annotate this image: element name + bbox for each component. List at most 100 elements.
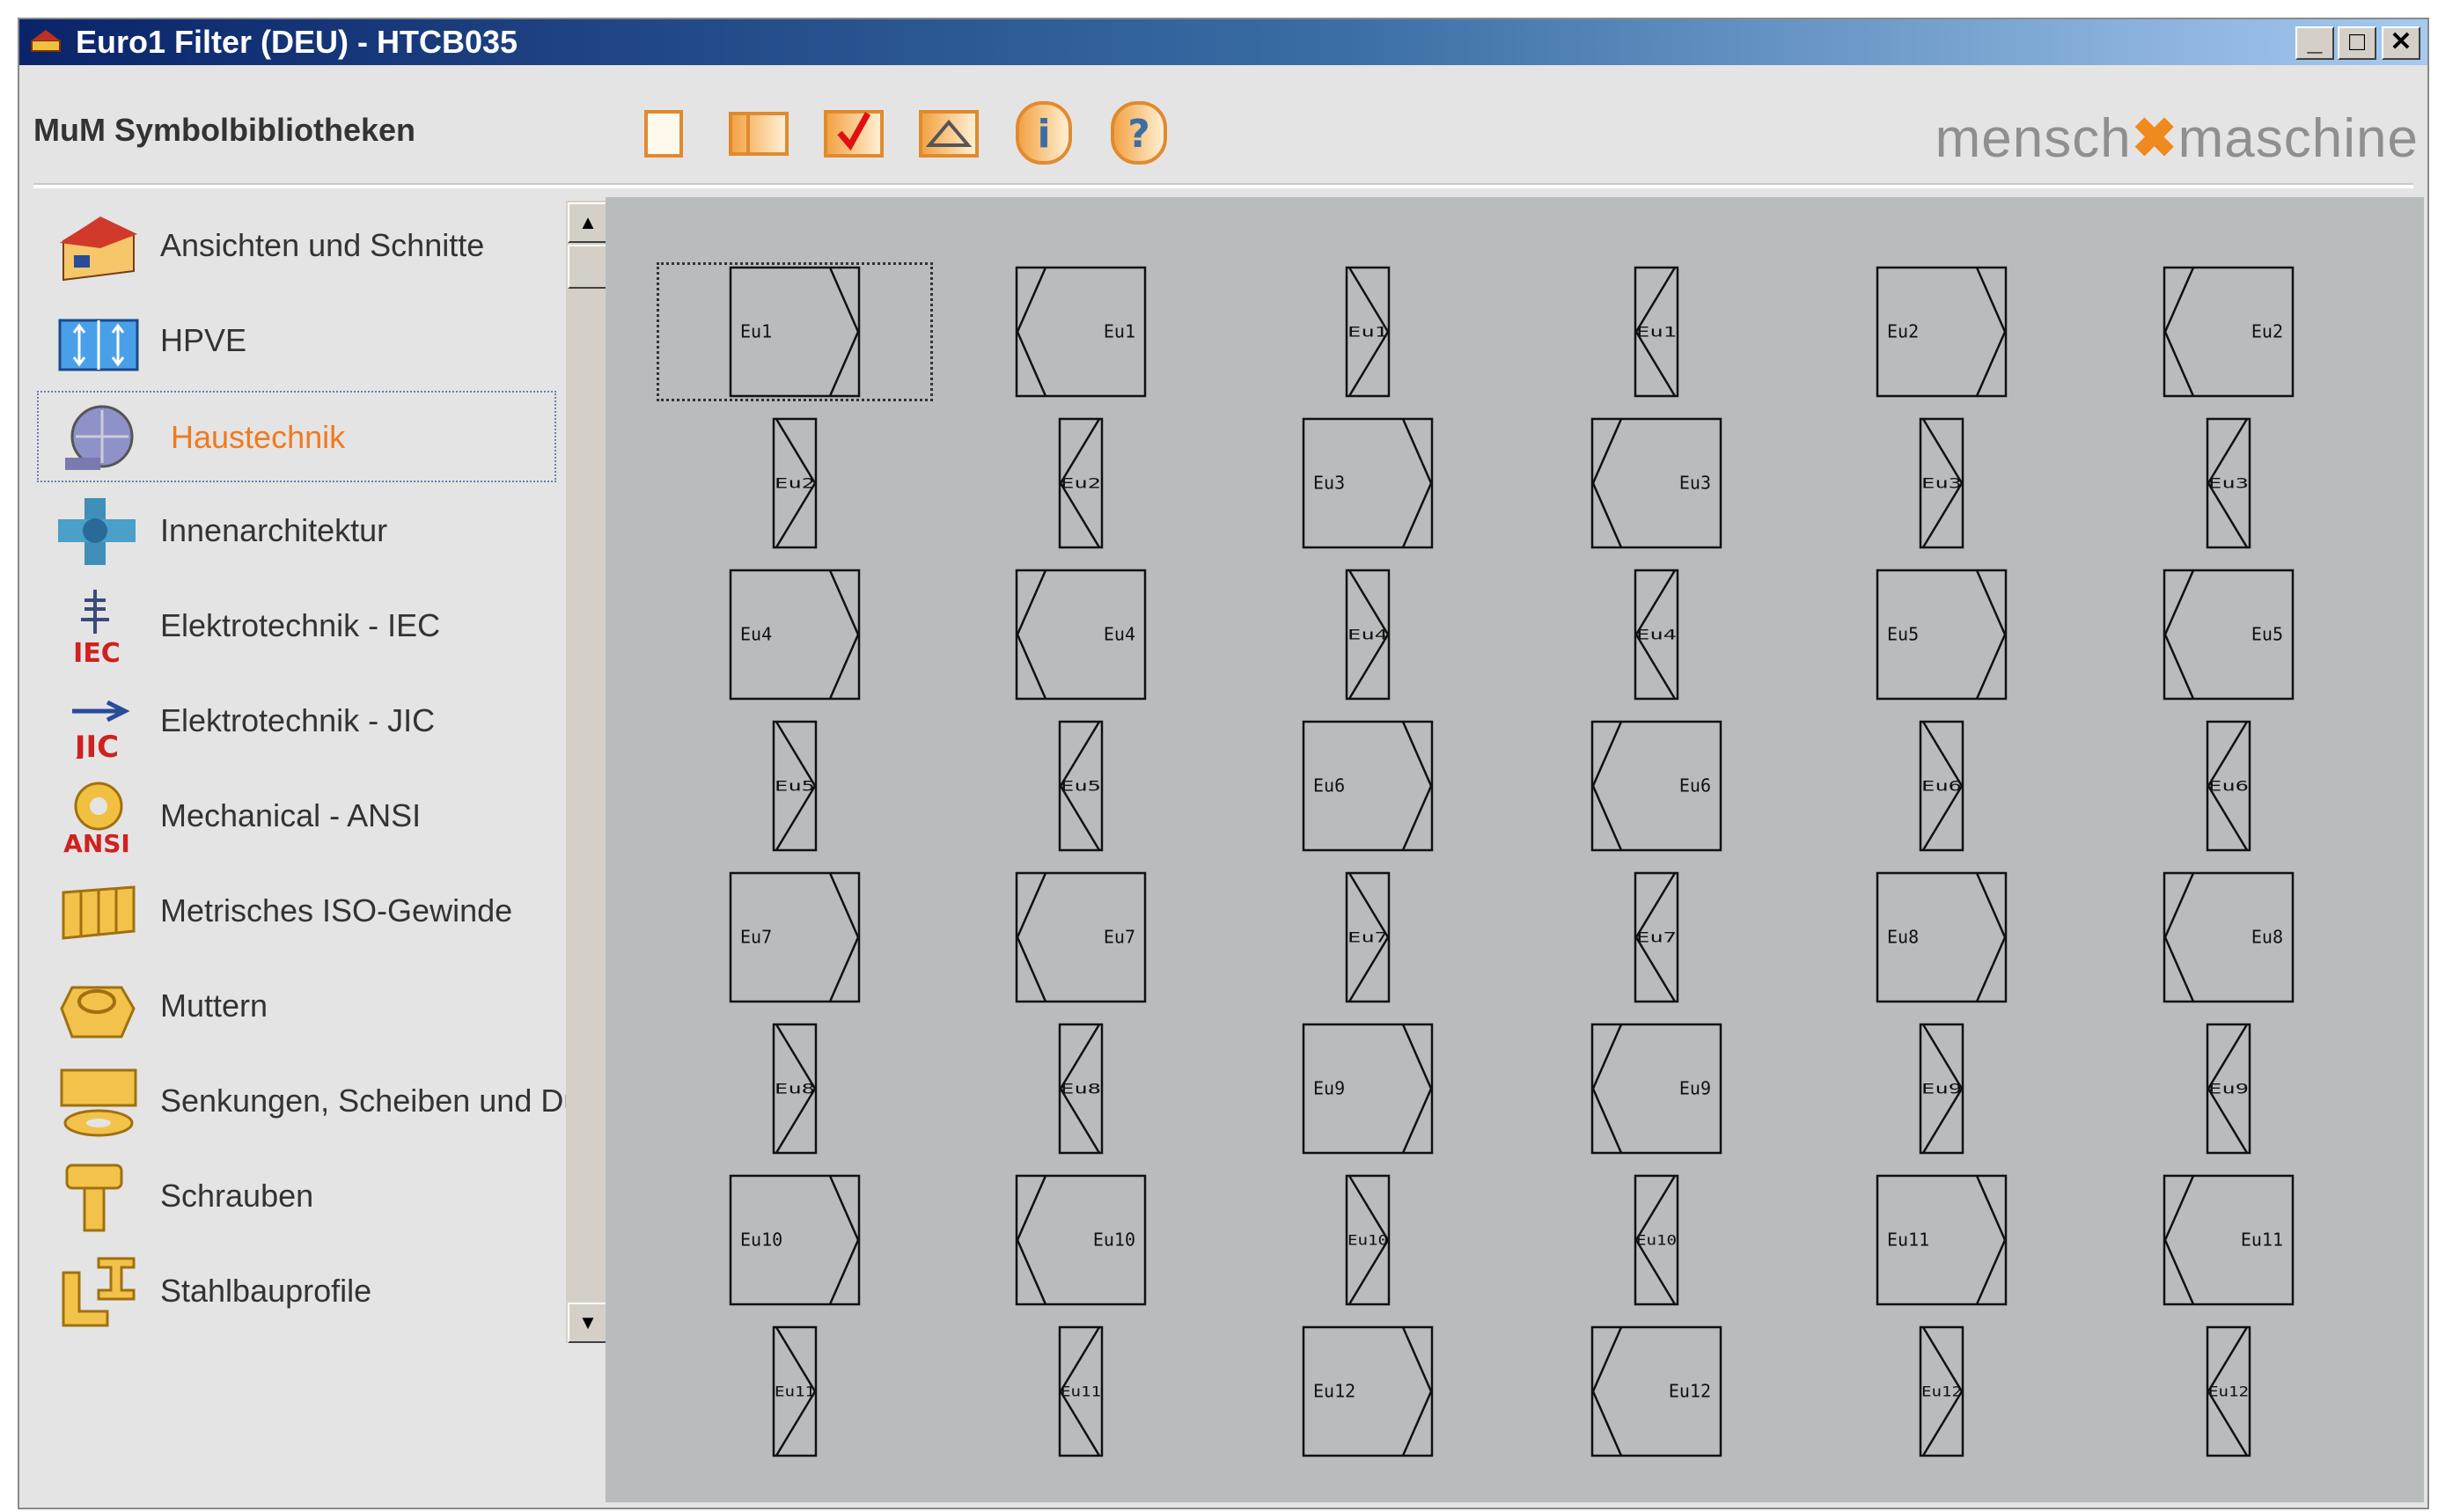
filter-symbol[interactable]: Eu2 (1058, 417, 1104, 549)
sidebar-item-ansichten[interactable]: Ansichten und Schnitte (37, 201, 556, 292)
filter-symbol-label: Eu12 (1921, 1383, 1962, 1399)
filter-symbol[interactable]: Eu4 (1015, 569, 1147, 701)
filter-symbol[interactable]: Eu10 (1345, 1174, 1391, 1306)
close-button[interactable]: ✕ (2382, 26, 2420, 60)
filter-symbol[interactable]: Eu11 (1876, 1174, 2008, 1306)
filter-symbol[interactable]: Eu10 (1015, 1174, 1147, 1306)
filter-symbol-label: Eu7 (1348, 928, 1388, 945)
minimize-button[interactable]: _ (2295, 26, 2334, 60)
filter-symbol[interactable]: Eu7 (729, 871, 861, 1003)
filter-symbol[interactable]: Eu6 (1590, 720, 1722, 852)
filter-symbol-graphic: Eu11 (1058, 1325, 1104, 1457)
filter-symbol[interactable]: Eu2 (1876, 266, 2008, 398)
filter-symbol[interactable]: Eu3 (1590, 417, 1722, 549)
filter-symbol-label: Eu6 (1921, 777, 1962, 794)
filter-symbol[interactable]: Eu10 (1634, 1174, 1679, 1306)
filter-symbol-graphic: Eu4 (1345, 569, 1391, 701)
filter-symbol[interactable]: Eu1 (729, 266, 861, 398)
sidebar-item-iec[interactable]: IEC Elektrotechnik - IEC (37, 581, 556, 672)
sidebar-item-ansi[interactable]: ANSI Mechanical - ANSI (37, 771, 556, 862)
filter-symbol[interactable]: Eu8 (1876, 871, 2008, 1003)
sidebar-item-senkungen[interactable]: Senkungen, Scheiben und Du (37, 1056, 581, 1148)
filter-symbol[interactable]: Eu11 (1058, 1325, 1104, 1457)
filter-symbol[interactable]: Eu4 (729, 569, 861, 701)
sidebar-item-innenarchitektur[interactable]: Innenarchitektur (37, 486, 556, 577)
filter-symbol[interactable]: Eu6 (2206, 720, 2251, 852)
filter-symbol-label: Eu5 (775, 777, 815, 794)
scroll-thumb[interactable] (568, 245, 608, 289)
filter-symbol[interactable]: Eu7 (1345, 871, 1391, 1003)
filter-symbol-graphic: Eu11 (1876, 1174, 2008, 1306)
filter-symbol-label: Eu9 (1313, 1078, 1345, 1099)
title-bar[interactable]: Euro1 Filter (DEU) - HTCB035 _ □ ✕ (19, 19, 2427, 65)
filter-symbol-graphic: Eu3 (2206, 417, 2251, 549)
filter-symbol-label: Eu6 (2208, 777, 2249, 794)
filter-symbol-label: Eu5 (1887, 624, 1919, 645)
window-title: Euro1 Filter (DEU) - HTCB035 (76, 24, 518, 60)
filter-symbol[interactable]: Eu6 (1919, 720, 1964, 852)
sidebar-item-jic[interactable]: JIC Elektrotechnik - JIC (37, 676, 556, 767)
filter-symbol[interactable]: Eu5 (1058, 720, 1104, 852)
sidebar-item-iso-gewinde[interactable]: Metrisches ISO-Gewinde (37, 866, 556, 958)
filter-symbol[interactable]: Eu9 (1590, 1023, 1722, 1155)
filter-symbol[interactable]: Eu5 (2163, 569, 2295, 701)
filter-symbol[interactable]: Eu9 (1302, 1023, 1434, 1155)
filter-symbol[interactable]: Eu3 (1919, 417, 1964, 549)
filter-symbol[interactable]: Eu2 (2163, 266, 2295, 398)
info-button[interactable]: i (1012, 101, 1076, 165)
filter-symbol[interactable]: Eu12 (1302, 1325, 1434, 1457)
filter-symbol-label: Eu9 (1921, 1080, 1962, 1097)
screw-icon (65, 1163, 123, 1232)
sidebar-item-stahlbauprofile[interactable]: Stahlbauprofile (37, 1246, 556, 1338)
filter-symbol[interactable]: Eu10 (729, 1174, 861, 1306)
filter-symbol[interactable]: Eu8 (772, 1023, 818, 1155)
filter-symbol[interactable]: Eu5 (772, 720, 818, 852)
filter-symbol[interactable]: Eu4 (1345, 569, 1391, 701)
maximize-button[interactable]: □ (2338, 26, 2376, 60)
filter-symbol[interactable]: Eu7 (1634, 871, 1679, 1003)
filter-symbol[interactable]: Eu9 (1919, 1023, 1964, 1155)
filter-symbol[interactable]: Eu6 (1302, 720, 1434, 852)
new-button[interactable] (632, 101, 695, 165)
filter-symbol-graphic: Eu10 (1015, 1174, 1147, 1306)
svg-text:JIC: JIC (73, 730, 119, 759)
split-view-button[interactable] (727, 101, 790, 165)
filter-symbol[interactable]: Eu11 (772, 1325, 818, 1457)
filter-symbol-graphic: Eu9 (1590, 1023, 1722, 1155)
filter-symbol-label: Eu4 (1348, 626, 1388, 642)
washer-icon (60, 1068, 137, 1137)
hpve-icon (58, 319, 139, 371)
filter-symbol[interactable]: Eu1 (1015, 266, 1147, 398)
filter-symbol[interactable]: Eu4 (1634, 569, 1679, 701)
sidebar-item-schrauben[interactable]: Schrauben (37, 1151, 556, 1243)
app-icon (31, 30, 61, 52)
filter-symbol[interactable]: Eu3 (1302, 417, 1434, 549)
help-button[interactable]: ? (1107, 101, 1171, 165)
filter-symbol[interactable]: Eu9 (2206, 1023, 2251, 1155)
filter-symbol[interactable]: Eu11 (2163, 1174, 2295, 1306)
filter-symbol-label: Eu9 (1679, 1078, 1711, 1099)
shape-edit-icon (919, 110, 979, 158)
filter-symbol[interactable]: Eu8 (2163, 871, 2295, 1003)
filter-symbol[interactable]: Eu7 (1015, 871, 1147, 1003)
edit-shape-button[interactable] (917, 101, 980, 165)
filter-symbol[interactable]: Eu12 (1590, 1325, 1722, 1457)
scroll-up-button[interactable]: ▲ (568, 202, 608, 243)
filter-symbol[interactable]: Eu12 (1919, 1325, 1964, 1457)
check-button[interactable] (822, 101, 885, 165)
filter-symbol-label: Eu3 (2208, 474, 2249, 491)
filter-symbol[interactable]: Eu5 (1876, 569, 2008, 701)
filter-symbol-label: Eu6 (1679, 775, 1711, 796)
sidebar-item-haustechnik[interactable]: Haustechnik (37, 391, 556, 482)
filter-symbol[interactable]: Eu8 (1058, 1023, 1104, 1155)
filter-symbol[interactable]: Eu3 (2206, 417, 2251, 549)
filter-symbol[interactable]: Eu12 (2206, 1325, 2251, 1457)
filter-symbol[interactable]: Eu1 (1634, 266, 1679, 398)
scroll-down-button[interactable]: ▼ (568, 1303, 608, 1343)
filter-symbol-label: Eu11 (1061, 1383, 1101, 1399)
filter-symbol[interactable]: Eu2 (772, 417, 818, 549)
sidebar-item-muttern[interactable]: Muttern (37, 961, 556, 1053)
filter-symbol[interactable]: Eu1 (1345, 266, 1391, 398)
sidebar-item-hpve[interactable]: HPVE (37, 296, 556, 387)
filter-symbol-graphic: Eu3 (1302, 417, 1434, 549)
